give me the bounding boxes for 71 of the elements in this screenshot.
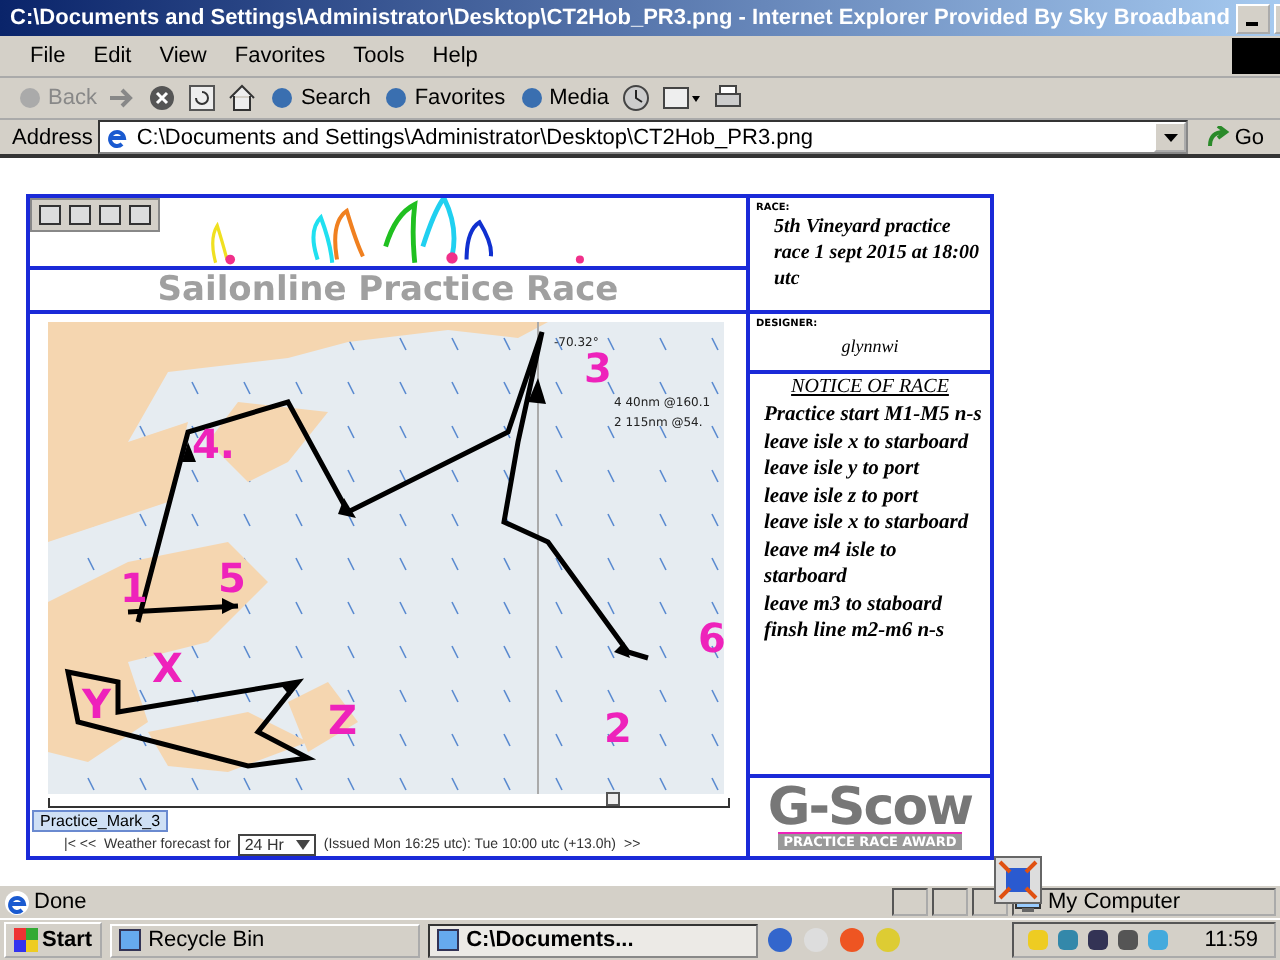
- toolbar-icon: [268, 84, 297, 112]
- window-icon: [436, 928, 461, 952]
- mark-label: 3: [584, 344, 612, 392]
- notice-heading: NOTICE OF RACE: [789, 376, 951, 398]
- mark-label: 4.: [192, 420, 236, 468]
- address-field[interactable]: C:\Documents and Settings\Administrator\Desktop\CT2Hob_PR3.png: [98, 120, 1189, 154]
- window-title: C:\Documents and Settings\Administrator\Desktop\CT2Hob_PR3.png - Internet Explorer Provided By Sky Broadband: [10, 6, 1230, 30]
- refresh-icon[interactable]: [188, 84, 217, 112]
- menu-item[interactable]: Tools: [339, 44, 419, 68]
- notice-line: leave isle z to port: [762, 483, 921, 510]
- tray-icon[interactable]: [1086, 928, 1111, 952]
- taskbar-button[interactable]: C:\Documents...: [428, 923, 759, 957]
- menu-item[interactable]: Favorites: [220, 44, 340, 68]
- notice-line: leave m3 to staboard: [762, 591, 944, 618]
- notice-line: finsh line m2-m6 n-s: [762, 618, 947, 645]
- menu-item[interactable]: File: [16, 44, 80, 68]
- notice-line: Practice start M1-M5 n-s: [762, 402, 984, 429]
- home-icon[interactable]: [228, 84, 257, 112]
- race-name: 5th Vineyard practice race 1 sept 2015 at 18:00 utc: [772, 214, 981, 292]
- menu-item[interactable]: View: [145, 44, 221, 68]
- image-toolbar-icon[interactable]: [128, 204, 152, 226]
- status-text: Done: [34, 890, 89, 914]
- race-title: Sailonline Practice Race: [157, 272, 619, 308]
- clock: 11:59: [1204, 928, 1258, 952]
- toolbar-icon: [517, 84, 546, 112]
- status-pane: [892, 888, 928, 916]
- image-toolbar-icon[interactable]: [38, 204, 62, 226]
- mark-label: 6: [698, 614, 724, 662]
- image-toolbar-icon[interactable]: [68, 204, 92, 226]
- slider-thumb[interactable]: [605, 792, 620, 806]
- mark-label: 5: [218, 554, 246, 602]
- dropdown-button[interactable]: [1154, 122, 1187, 152]
- forecast-period-select[interactable]: 24 Hr: [238, 834, 316, 856]
- toolbar-button[interactable]: Media: [517, 84, 610, 112]
- start-button[interactable]: Start: [4, 922, 103, 958]
- mark-label: Y: [82, 680, 111, 728]
- menu-item[interactable]: Edit: [79, 44, 146, 68]
- tray-icon[interactable]: [1116, 928, 1141, 952]
- mark-label: 2: [604, 704, 632, 752]
- status-pane: [932, 888, 968, 916]
- quick-launch-icon[interactable]: [766, 926, 795, 954]
- notice-line: leave isle x to starboard: [762, 429, 971, 456]
- award-logo-text: G-Scow: [767, 784, 973, 832]
- notice-line: leave isle y to port: [762, 456, 922, 483]
- expand-image-icon[interactable]: [994, 856, 1042, 904]
- toolbar-icon: [16, 84, 44, 112]
- taskbar-button[interactable]: Recycle Bin: [110, 923, 421, 957]
- toolbar-button[interactable]: Search: [268, 84, 371, 112]
- toolbar-button[interactable]: Favorites: [382, 84, 506, 112]
- window-icon: [118, 928, 143, 952]
- printer-icon[interactable]: [713, 84, 742, 112]
- notice-line: leave isle x to starboard: [762, 510, 971, 537]
- go-button[interactable]: Go: [1194, 125, 1276, 149]
- image-toolbar-icon[interactable]: [98, 204, 122, 226]
- page-icon: [104, 124, 131, 150]
- toolbar-icon: [382, 84, 411, 112]
- minimize-button[interactable]: [1235, 3, 1270, 33]
- caret-icon: [1163, 133, 1178, 141]
- mark-label: 1: [120, 564, 148, 612]
- status-pane: [972, 888, 1008, 916]
- stop-icon[interactable]: [148, 84, 177, 112]
- address-label: Address: [12, 125, 93, 149]
- caret-icon: [295, 840, 310, 850]
- mark-label: X: [152, 644, 183, 692]
- go-arrow-icon: [1206, 125, 1231, 149]
- mark-label: Z: [328, 696, 358, 744]
- zone-text: My Computer: [1048, 890, 1181, 914]
- menu-item[interactable]: Help: [418, 44, 492, 68]
- designer-name: glynnwi: [839, 336, 901, 356]
- history-icon[interactable]: [621, 84, 650, 112]
- mark-tooltip: Practice_Mark_3: [32, 810, 169, 832]
